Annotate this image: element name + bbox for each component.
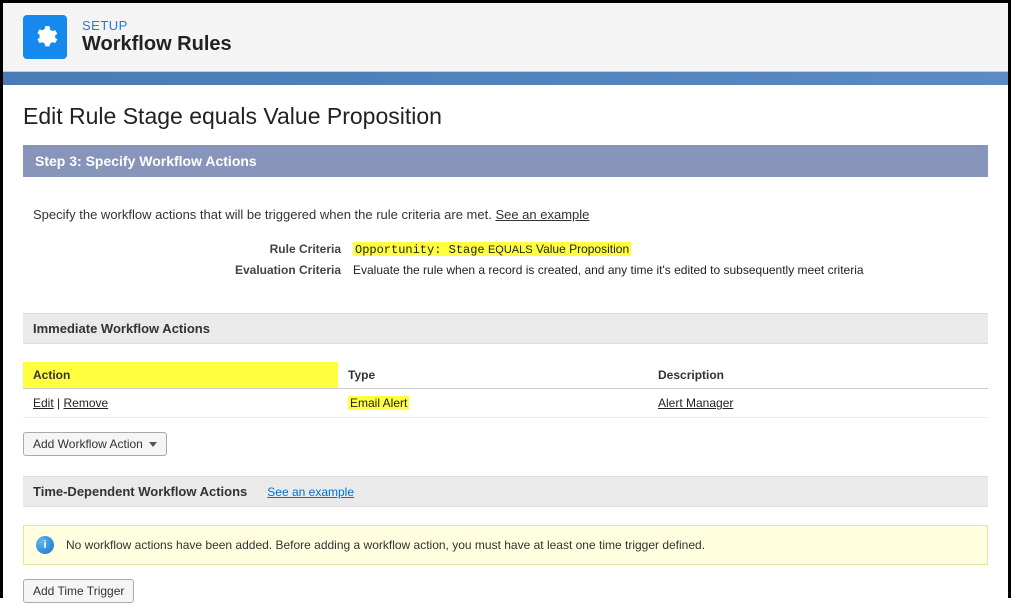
info-icon: i: [36, 536, 54, 554]
row-description-link[interactable]: Alert Manager: [658, 396, 733, 410]
rule-criteria-label: Rule Criteria: [33, 242, 353, 257]
row-type: Email Alert: [348, 396, 409, 410]
setup-breadcrumb: SETUP: [82, 18, 232, 33]
eval-criteria-value: Evaluate the rule when a record is creat…: [353, 263, 864, 277]
col-type: Type: [338, 362, 648, 389]
gear-icon: [23, 15, 67, 59]
see-example-link-timedep[interactable]: See an example: [267, 485, 354, 499]
immediate-actions-header: Immediate Workflow Actions: [23, 313, 988, 344]
notice-box: i No workflow actions have been added. B…: [23, 525, 988, 565]
info-text: Specify the workflow actions that will b…: [33, 207, 978, 222]
add-workflow-action-button[interactable]: Add Workflow Action: [23, 432, 167, 456]
table-row: Edit | Remove Email Alert Alert Manager: [23, 389, 988, 418]
col-description: Description: [648, 362, 988, 389]
rule-criteria-value: Opportunity: Stage EQUALS Value Proposit…: [353, 242, 631, 257]
chevron-down-icon: [149, 442, 157, 447]
remove-link[interactable]: Remove: [63, 396, 108, 410]
see-example-link[interactable]: See an example: [495, 207, 589, 222]
page-title: Workflow Rules: [82, 33, 232, 56]
add-time-trigger-button[interactable]: Add Time Trigger: [23, 579, 134, 603]
timedep-actions-header: Time-Dependent Workflow Actions See an e…: [23, 476, 988, 507]
step-bar: Step 3: Specify Workflow Actions: [23, 145, 988, 177]
actions-table: Action Type Description Edit | Remove Em…: [23, 362, 988, 418]
edit-link[interactable]: Edit: [33, 396, 54, 410]
eval-criteria-label: Evaluation Criteria: [33, 263, 353, 277]
page-header: SETUP Workflow Rules: [3, 3, 1008, 71]
col-action: Action: [23, 362, 338, 389]
notice-text: No workflow actions have been added. Bef…: [66, 538, 705, 552]
decorative-strip: [3, 71, 1008, 85]
edit-rule-title: Edit Rule Stage equals Value Proposition: [23, 103, 988, 130]
